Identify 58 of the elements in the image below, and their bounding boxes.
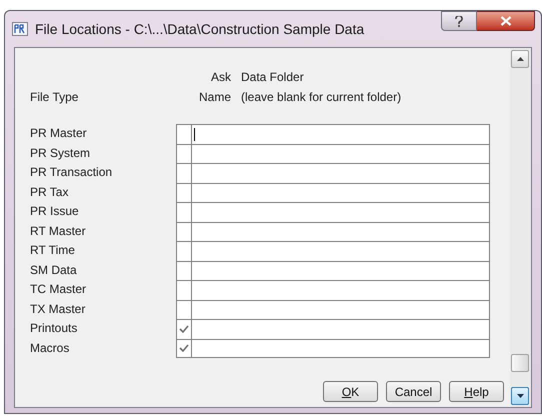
data-folder-field[interactable] [192, 182, 490, 202]
ask-name-checkbox[interactable] [176, 300, 192, 319]
data-folder-field[interactable] [192, 222, 490, 241]
data-folder-field[interactable] [192, 163, 490, 182]
column-header: Ask [210, 69, 231, 86]
data-folder-field[interactable] [192, 260, 490, 280]
check-icon [179, 325, 189, 334]
file-type-label: PR Tax [29, 184, 70, 200]
app-icon [12, 21, 28, 37]
file-type-label: PR Transaction [29, 164, 114, 181]
file-type-label: PR Issue [29, 203, 80, 220]
scroll-thumb[interactable] [511, 354, 529, 372]
data-folder-field[interactable] [192, 338, 490, 358]
file-type-label: TX Master [29, 300, 86, 318]
data-folder-field[interactable] [192, 300, 490, 319]
file-type-label: TC Master [29, 281, 88, 298]
ask-name-checkbox[interactable] [176, 260, 192, 280]
file-type-label: Macros [29, 340, 70, 356]
up-arrow-icon [516, 57, 524, 61]
ask-name-checkbox[interactable] [176, 144, 192, 163]
column-header: (leave blank for current folder) [241, 89, 402, 106]
data-folder-field[interactable] [192, 202, 490, 222]
ask-name-checkbox[interactable] [176, 319, 192, 338]
scroll-up-button[interactable] [511, 50, 529, 68]
data-folder-field[interactable] [192, 241, 490, 260]
dialog-button[interactable]: Help [449, 381, 504, 402]
window-title: File Locations - C:\...\Data\Construction Sample Data [35, 20, 364, 39]
file-type-label: Printouts [29, 320, 78, 337]
data-folder-field[interactable] [192, 280, 490, 300]
ask-name-checkbox[interactable] [176, 338, 192, 358]
dialog-button[interactable]: Cancel [386, 381, 441, 402]
file-type-label: PR System [29, 144, 92, 162]
ask-name-checkbox[interactable] [176, 202, 192, 222]
dialog-button[interactable]: OK [323, 381, 378, 402]
ask-name-checkbox[interactable] [176, 241, 192, 260]
help-button[interactable] [441, 11, 477, 31]
column-header: Name [198, 89, 231, 106]
scroll-down-button[interactable] [511, 387, 529, 405]
down-arrow-icon [516, 394, 524, 398]
file-type-label: RT Time [29, 242, 76, 259]
column-header: Data Folder [241, 69, 305, 86]
scrollbar[interactable] [510, 48, 531, 407]
ask-name-checkbox[interactable] [176, 182, 192, 202]
ask-name-checkbox[interactable] [176, 163, 192, 182]
column-header: File Type [30, 89, 80, 106]
data-folder-field[interactable] [192, 124, 490, 144]
ask-name-checkbox[interactable] [176, 222, 192, 241]
data-folder-field[interactable] [192, 144, 490, 163]
file-type-label: PR Master [29, 125, 88, 142]
close-icon [500, 16, 512, 26]
check-icon [179, 344, 189, 352]
close-button[interactable] [477, 11, 535, 31]
ask-name-checkbox[interactable] [176, 124, 192, 144]
file-type-label: RT Master [29, 222, 87, 240]
file-type-label: SM Data [29, 262, 78, 278]
data-folder-field[interactable] [192, 319, 490, 338]
ask-name-checkbox[interactable] [176, 280, 192, 300]
question-mark-icon [455, 16, 463, 26]
